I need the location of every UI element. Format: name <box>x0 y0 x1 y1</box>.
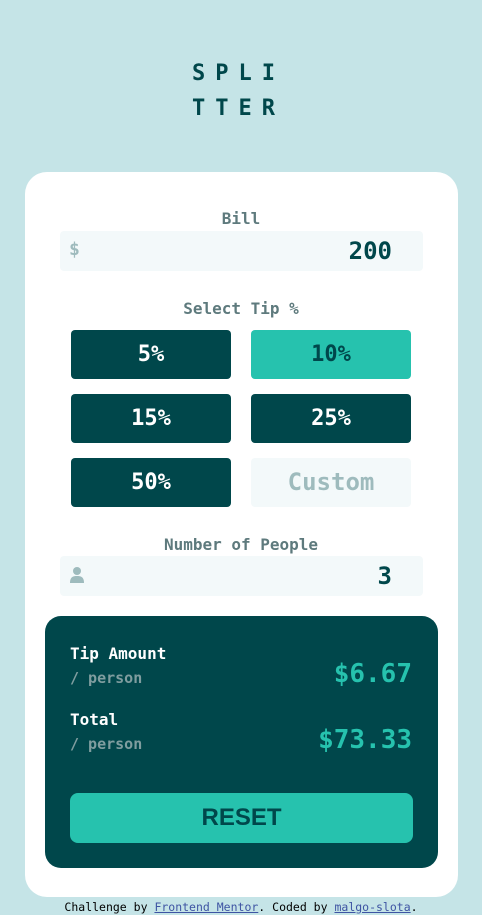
bill-input[interactable]: $ 200 <box>60 231 423 271</box>
frontend-mentor-link[interactable]: Frontend Mentor <box>154 900 258 914</box>
people-label: Number of People <box>163 535 319 554</box>
tip-label: Select Tip % <box>183 299 299 318</box>
bill-label: Bill <box>221 209 261 228</box>
tip-50-button[interactable]: 50% <box>71 458 231 507</box>
total-value: $73.33 <box>318 725 412 755</box>
person-icon <box>70 567 84 583</box>
dollar-icon: $ <box>69 239 80 260</box>
people-value: 3 <box>377 562 392 590</box>
tip-25-button[interactable]: 25% <box>251 394 411 443</box>
reset-button[interactable]: RESET <box>70 793 413 843</box>
total-title: Total <box>70 710 119 729</box>
total-per-person: / person <box>70 735 143 753</box>
tip-amount-title: Tip Amount <box>70 644 167 663</box>
attribution: Challenge by Frontend Mentor. Coded by m… <box>0 899 482 915</box>
tip-amount-per-person: / person <box>70 669 143 687</box>
tip-5-button[interactable]: 5% <box>71 330 231 379</box>
people-input[interactable]: 3 <box>60 556 423 596</box>
results-panel: Tip Amount / person $6.67 Total / person… <box>45 616 438 868</box>
attribution-suffix: . <box>410 900 418 914</box>
tip-10-button[interactable]: 10% <box>251 330 411 379</box>
attribution-prefix: Challenge by <box>64 900 155 914</box>
app-logo: SPLITTER <box>192 61 285 121</box>
attribution-middle: . Coded by <box>258 900 335 914</box>
tip-amount-value: $6.67 <box>333 659 412 689</box>
author-link[interactable]: malgo-slota <box>334 900 410 914</box>
tip-15-button[interactable]: 15% <box>71 394 231 443</box>
custom-tip-input[interactable]: Custom <box>251 458 411 507</box>
bill-value: 200 <box>348 237 392 265</box>
